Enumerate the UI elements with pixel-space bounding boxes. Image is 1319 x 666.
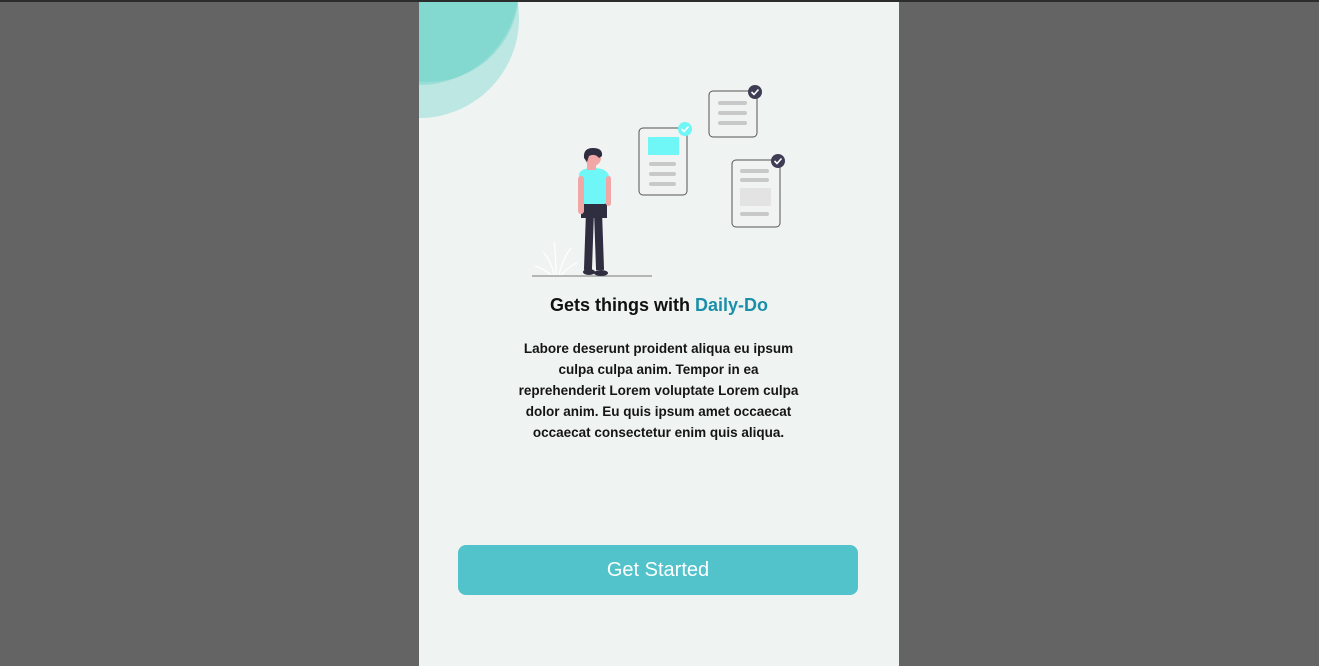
- description-text: Labore deserunt proident aliqua eu ipsum…: [518, 341, 799, 440]
- person-with-checklists-illustration: [532, 85, 785, 277]
- checklist-card-icon: [731, 154, 785, 228]
- get-started-button[interactable]: Get Started: [458, 545, 858, 595]
- person-figure: [578, 148, 611, 276]
- onboarding-screen: Gets things with Daily-Do Labore deserun…: [419, 2, 899, 666]
- headline-prefix: Gets things with: [549, 295, 695, 315]
- headline: Gets things with Daily-Do: [419, 295, 899, 316]
- checklist-card-icon: [708, 85, 762, 138]
- checklist-card-icon: [638, 122, 692, 196]
- plant-icon: [534, 241, 578, 276]
- brand-name: Daily-Do: [695, 295, 769, 315]
